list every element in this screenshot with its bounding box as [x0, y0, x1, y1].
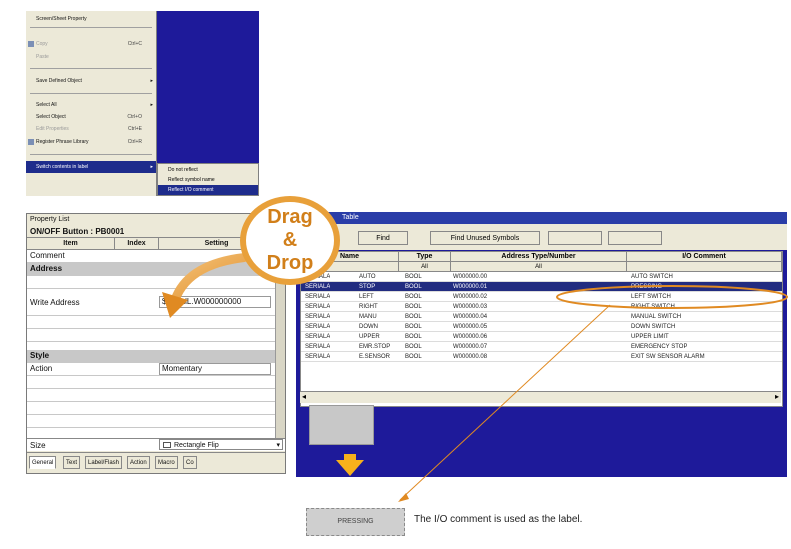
- callout-line-ampersand: &: [282, 229, 298, 251]
- down-arrow-icon: [336, 460, 364, 476]
- connector-line: [399, 304, 611, 501]
- drag-and-drop-callout: Drag & Drop: [240, 196, 340, 285]
- annotation-overlay: [162, 251, 788, 502]
- caption-text: The I/O comment is used as the label.: [414, 514, 583, 525]
- down-arrow-stem: [344, 454, 356, 461]
- callout-line-drag: Drag: [267, 206, 313, 228]
- result-label-button[interactable]: PRESSING: [306, 508, 405, 536]
- highlight-ellipse: [556, 285, 788, 309]
- connector-arrowhead: [398, 493, 409, 502]
- callout-line-drop: Drop: [266, 252, 314, 274]
